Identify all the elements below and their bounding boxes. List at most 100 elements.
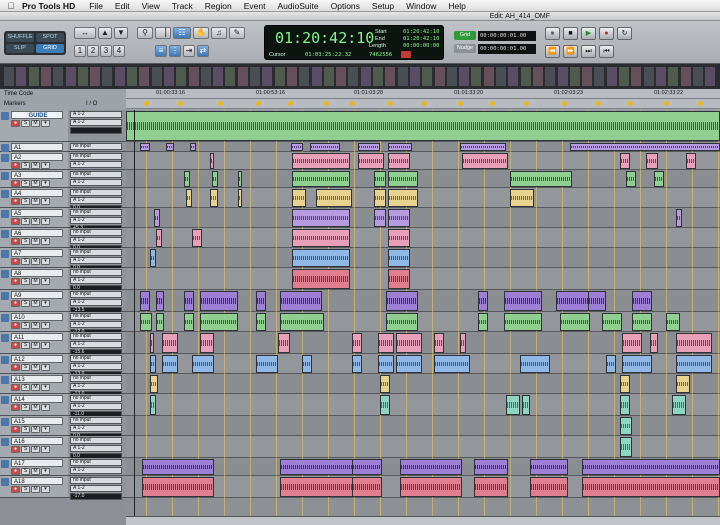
menu-help[interactable]: Help	[448, 1, 477, 11]
audio-region[interactable]	[291, 143, 303, 151]
audio-region[interactable]	[150, 375, 158, 393]
timecode-ruler[interactable]: 01:00:33:16 01:00:53:16 01:01:03:28 01:0…	[126, 89, 720, 99]
solo-button[interactable]: S	[21, 404, 30, 411]
volume-value[interactable]: -17.0	[70, 493, 122, 500]
output-selector[interactable]: A 1-2	[70, 257, 122, 264]
track-header[interactable]: A10●SM▾no inputA 1-2-12.0	[0, 312, 126, 336]
link-timeline-icon[interactable]: ⋮	[169, 45, 181, 57]
zoom-out-button[interactable]: ▼	[114, 27, 128, 39]
audio-region[interactable]	[434, 333, 444, 353]
track-header[interactable]: A18 ● S M ▾ no input A 1-2 -17.0	[0, 476, 126, 500]
audio-region[interactable]	[238, 171, 242, 187]
record-icon[interactable]: ●	[599, 27, 614, 40]
record-enable-button[interactable]: ●	[11, 258, 20, 265]
marker-icon[interactable]	[288, 101, 293, 106]
track-name[interactable]: A16	[11, 437, 63, 445]
audio-region[interactable]	[380, 395, 390, 415]
menu-window[interactable]: Window	[406, 1, 448, 11]
audio-region[interactable]	[292, 171, 350, 187]
playhead-cursor[interactable]	[134, 110, 135, 525]
audio-region[interactable]	[388, 249, 410, 267]
audio-region[interactable]	[530, 459, 568, 475]
audio-region[interactable]	[140, 291, 150, 311]
output-selector[interactable]: A 1-2	[70, 277, 122, 284]
input-selector[interactable]: no input	[70, 437, 122, 444]
marker-icon[interactable]	[388, 101, 393, 106]
audio-region[interactable]	[506, 395, 520, 415]
audio-region[interactable]	[358, 143, 380, 151]
mute-button[interactable]: M	[31, 468, 40, 475]
view-selector[interactable]: ▾	[41, 180, 50, 187]
mute-button[interactable]: M	[31, 364, 40, 371]
mute-button[interactable]: M	[31, 486, 40, 493]
audio-region[interactable]	[166, 143, 174, 151]
marker-icon[interactable]	[144, 101, 149, 106]
audio-region[interactable]	[186, 189, 192, 207]
view-selector[interactable]: ▾	[41, 486, 50, 493]
marker-icon[interactable]	[490, 101, 495, 106]
audio-region[interactable]	[126, 111, 720, 141]
marker-icon[interactable]	[628, 101, 633, 106]
menu-region[interactable]: Region	[205, 1, 244, 11]
record-enable-button[interactable]: ●	[11, 322, 20, 329]
audio-region[interactable]	[190, 143, 196, 151]
volume-value[interactable]	[70, 127, 122, 134]
audio-region[interactable]	[156, 229, 162, 247]
audio-region[interactable]	[292, 189, 306, 207]
mute-button[interactable]: M	[31, 384, 40, 391]
solo-button[interactable]: S	[21, 486, 30, 493]
audio-region[interactable]	[352, 355, 362, 373]
view-selector[interactable]: ▾	[41, 364, 50, 371]
track-lane[interactable]	[126, 374, 720, 394]
fast-forward-icon[interactable]: ⏩	[563, 45, 578, 58]
track-name[interactable]: A8	[11, 269, 63, 277]
audio-region[interactable]	[388, 171, 418, 187]
view-selector[interactable]: ▾	[41, 300, 50, 307]
audio-region[interactable]	[462, 153, 508, 169]
trim-tool-icon[interactable]: ▕	[155, 27, 171, 39]
menu-file[interactable]: File	[89, 1, 115, 11]
audio-region[interactable]	[156, 291, 164, 311]
solo-button[interactable]: S	[21, 446, 30, 453]
audio-region[interactable]	[184, 171, 190, 187]
input-selector[interactable]: no input	[70, 229, 122, 236]
solo-button[interactable]: S	[21, 278, 30, 285]
record-enable-button[interactable]: ●	[11, 404, 20, 411]
audio-region[interactable]	[478, 313, 488, 331]
audio-region[interactable]	[570, 143, 720, 151]
audio-region[interactable]	[620, 417, 632, 435]
loop-icon[interactable]: ↻	[617, 27, 632, 40]
output-selector[interactable]: A 1-2	[70, 363, 122, 370]
audio-region[interactable]	[192, 355, 214, 373]
mute-button[interactable]: M	[31, 258, 40, 265]
grabber-tool-icon[interactable]: ✋	[193, 27, 209, 39]
output-selector[interactable]: A 1-2	[70, 237, 122, 244]
track-name[interactable]: A3	[11, 171, 63, 179]
audio-region[interactable]	[676, 333, 712, 353]
solo-button[interactable]: S	[21, 162, 30, 169]
output-selector[interactable]: A 1-2	[70, 299, 122, 306]
track-name[interactable]: A12	[11, 355, 63, 363]
view-selector[interactable]: ▾	[41, 468, 50, 475]
menu-options[interactable]: Options	[331, 1, 372, 11]
track-header[interactable]: A2 ● S M ▾ no input A 1-2	[0, 152, 126, 170]
audio-region[interactable]	[654, 171, 664, 187]
main-time-display[interactable]: 01:20:42:10	[275, 29, 374, 47]
audio-region[interactable]	[460, 143, 506, 151]
input-selector[interactable]: no input	[70, 171, 122, 178]
input-selector[interactable]: no input	[70, 417, 122, 424]
output-selector[interactable]: A 1-2	[70, 341, 122, 348]
input-selector[interactable]: no input	[70, 333, 122, 340]
start-value[interactable]: 01:20:42:10	[403, 29, 439, 35]
solo-button[interactable]: S	[21, 120, 30, 127]
input-selector[interactable]: no input	[70, 269, 122, 276]
solo-button[interactable]: S	[21, 468, 30, 475]
solo-button[interactable]: S	[21, 364, 30, 371]
mute-button[interactable]: M	[31, 446, 40, 453]
markers-ruler[interactable]	[126, 99, 720, 109]
output-selector[interactable]: A 1-2	[70, 425, 122, 432]
output-selector[interactable]: A 1-2	[70, 119, 122, 126]
audio-region[interactable]	[388, 229, 410, 247]
input-selector[interactable]: no input	[70, 375, 122, 382]
track-name[interactable]: A2	[11, 153, 63, 161]
